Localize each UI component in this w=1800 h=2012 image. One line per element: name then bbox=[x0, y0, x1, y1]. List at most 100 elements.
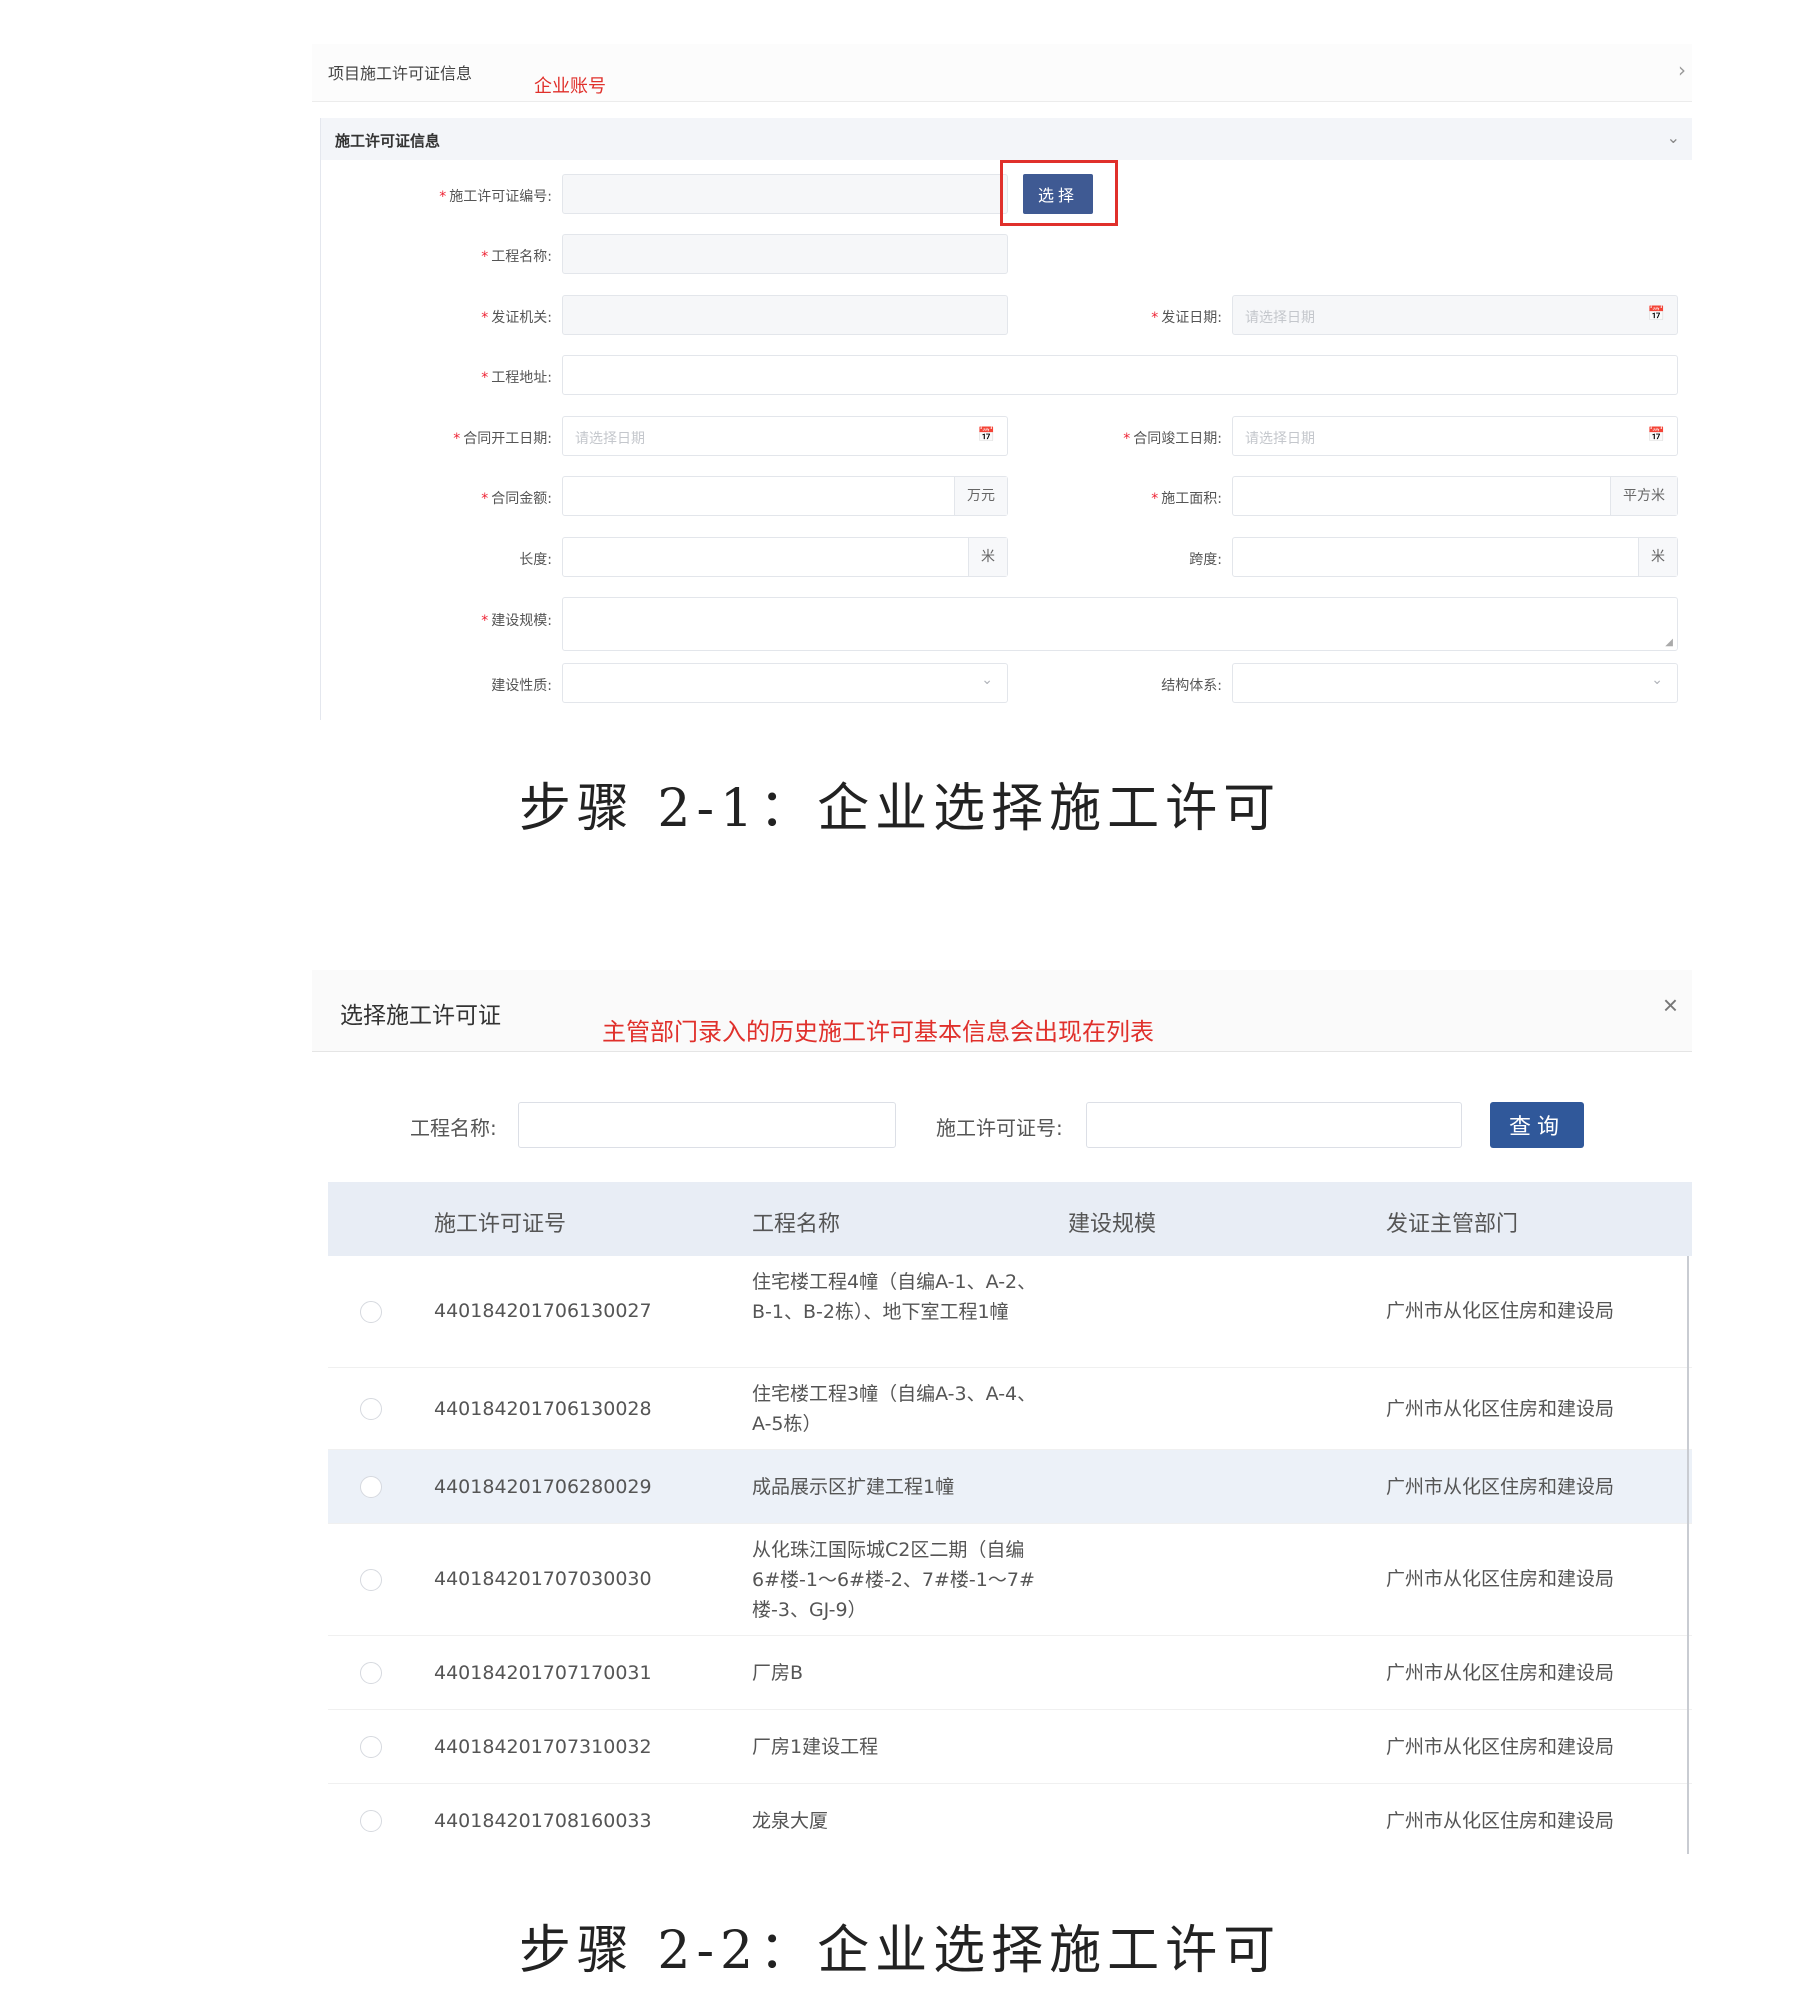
area-label: * 施工面积: bbox=[1151, 491, 1222, 507]
step-caption-2: 步骤 2-2：企业选择施工许可 bbox=[518, 1921, 1282, 1981]
dept-cell: 广州市从化区住房和建设局 bbox=[1386, 1662, 1615, 1684]
end-date-label: * 合同竣工日期: bbox=[1123, 431, 1222, 447]
project-name-cell: 龙泉大厦 bbox=[752, 1810, 829, 1832]
project-name-input[interactable] bbox=[562, 234, 1008, 274]
nature-label: 建设性质: bbox=[491, 678, 552, 694]
calendar-icon: 📅 bbox=[1647, 306, 1665, 322]
table-scrollbar[interactable] bbox=[1687, 1256, 1689, 1854]
area-unit: 平方米 bbox=[1610, 477, 1677, 515]
address-input[interactable] bbox=[562, 355, 1678, 395]
table-row[interactable]: 440184201706130027 住宅楼工程4幢（自编A-1、A-2、B-1… bbox=[328, 1256, 1692, 1368]
span-unit: 米 bbox=[1638, 538, 1677, 576]
col-scale: 建设规模 bbox=[1068, 1212, 1157, 1237]
row-radio[interactable] bbox=[360, 1810, 382, 1832]
nature-select[interactable]: ⌄ bbox=[562, 663, 1008, 703]
project-name-cell: 住宅楼工程4幢（自编A-1、A-2、B-1、B-2栋）、地下室工程1幢 bbox=[752, 1271, 1037, 1323]
structure-select[interactable]: ⌄ bbox=[1232, 663, 1678, 703]
address-label: * 工程地址: bbox=[481, 370, 552, 386]
issue-date-placeholder: 请选择日期 bbox=[1245, 310, 1315, 326]
table-row[interactable]: 440184201707310032 厂房1建设工程 广州市从化区住房和建设局 bbox=[328, 1710, 1692, 1784]
table-row[interactable]: 440184201706280029 成品展示区扩建工程1幢 广州市从化区住房和… bbox=[328, 1450, 1692, 1524]
dept-cell: 广州市从化区住房和建设局 bbox=[1386, 1476, 1615, 1498]
col-permit-no: 施工许可证号 bbox=[434, 1212, 567, 1237]
table-row[interactable]: 440184201707170031 厂房B 广州市从化区住房和建设局 bbox=[328, 1636, 1692, 1710]
row-radio[interactable] bbox=[360, 1736, 382, 1758]
row-radio[interactable] bbox=[360, 1301, 382, 1323]
permit-info-form-panel: 项目施工许可证信息 企业账号 › 施工许可证信息 ⌄ * 施工许可证编号: 选择 … bbox=[312, 44, 1692, 720]
chevron-down-icon: ⌄ bbox=[1651, 672, 1663, 688]
col-dept: 发证主管部门 bbox=[1386, 1212, 1519, 1237]
select-permit-dialog: 选择施工许可证 主管部门录入的历史施工许可基本信息会出现在列表 × 工程名称: … bbox=[312, 970, 1692, 1854]
permit-info-section-title: 施工许可证信息 bbox=[335, 132, 441, 150]
permit-no-cell: 440184201707170031 bbox=[434, 1662, 652, 1684]
resize-handle-icon[interactable]: ◢ bbox=[1665, 637, 1673, 648]
scale-textarea[interactable]: ◢ bbox=[562, 597, 1678, 651]
area-input[interactable]: 平方米 bbox=[1232, 476, 1678, 516]
search-button[interactable]: 查询 bbox=[1490, 1102, 1584, 1148]
start-date-label: * 合同开工日期: bbox=[453, 431, 552, 447]
table-row[interactable]: 440184201706130028 住宅楼工程3幢（自编A-3、A-4、A-5… bbox=[328, 1368, 1692, 1450]
permit-no-cell: 440184201707030030 bbox=[434, 1568, 652, 1590]
step-caption-1: 步骤 2-1：企业选择施工许可 bbox=[518, 779, 1282, 839]
calendar-icon: 📅 bbox=[1647, 427, 1665, 443]
length-input[interactable]: 米 bbox=[562, 537, 1008, 577]
project-name-cell: 厂房B bbox=[752, 1662, 804, 1684]
amount-input[interactable]: 万元 bbox=[562, 476, 1008, 516]
issuer-input[interactable] bbox=[562, 295, 1008, 335]
project-name-cell: 住宅楼工程3幢（自编A-3、A-4、A-5栋） bbox=[752, 1383, 1037, 1435]
span-input[interactable]: 米 bbox=[1232, 537, 1678, 577]
issuer-label: * 发证机关: bbox=[481, 310, 552, 326]
dept-cell: 广州市从化区住房和建设局 bbox=[1386, 1810, 1615, 1832]
project-name-cell: 成品展示区扩建工程1幢 bbox=[752, 1476, 955, 1498]
span-label: 跨度: bbox=[1189, 552, 1222, 568]
permit-no-cell: 440184201706280029 bbox=[434, 1476, 652, 1498]
start-date-picker[interactable]: 请选择日期 📅 bbox=[562, 416, 1008, 456]
table-row[interactable]: 440184201707030030 从化珠江国际城C2区二期（自编6#楼-1～… bbox=[328, 1524, 1692, 1636]
end-date-picker[interactable]: 请选择日期 📅 bbox=[1232, 416, 1678, 456]
dialog-title: 选择施工许可证 bbox=[340, 1003, 501, 1029]
project-name-label: * 工程名称: bbox=[481, 249, 552, 265]
search-no-input[interactable] bbox=[1086, 1102, 1462, 1148]
search-no-label: 施工许可证号: bbox=[936, 1116, 1063, 1140]
row-radio[interactable] bbox=[360, 1476, 382, 1498]
table-row[interactable]: 440184201708160033 龙泉大厦 广州市从化区住房和建设局 bbox=[328, 1784, 1692, 1858]
row-radio[interactable] bbox=[360, 1662, 382, 1684]
permit-no-cell: 440184201708160033 bbox=[434, 1810, 652, 1832]
chevron-down-icon[interactable]: ⌄ bbox=[1667, 128, 1680, 147]
permit-no-input[interactable] bbox=[562, 174, 1008, 214]
issue-date-picker[interactable]: 请选择日期 📅 bbox=[1232, 295, 1678, 335]
start-date-placeholder: 请选择日期 bbox=[575, 431, 645, 447]
amount-label: * 合同金额: bbox=[481, 491, 552, 507]
permit-no-cell: 440184201707310032 bbox=[434, 1736, 652, 1758]
permit-no-cell: 440184201706130028 bbox=[434, 1398, 652, 1420]
dept-cell: 广州市从化区住房和建设局 bbox=[1386, 1300, 1615, 1322]
end-date-placeholder: 请选择日期 bbox=[1245, 431, 1315, 447]
col-project-name: 工程名称 bbox=[752, 1212, 841, 1237]
project-name-cell: 从化珠江国际城C2区二期（自编6#楼-1～6#楼-2、7#楼-1～7#楼-3、G… bbox=[752, 1539, 1035, 1621]
table-header: 施工许可证号 工程名称 建设规模 发证主管部门 bbox=[328, 1182, 1692, 1256]
close-icon[interactable]: × bbox=[1663, 990, 1678, 1021]
scale-label: * 建设规模: bbox=[481, 613, 552, 629]
permit-info-section-header[interactable]: 施工许可证信息 ⌄ bbox=[320, 118, 1692, 160]
permit-table: 施工许可证号 工程名称 建设规模 发证主管部门 4401842017061300… bbox=[328, 1182, 1692, 1858]
permit-no-label: * 施工许可证编号: bbox=[439, 189, 552, 205]
search-name-label: 工程名称: bbox=[410, 1116, 497, 1140]
length-label: 长度: bbox=[519, 552, 552, 568]
search-name-input[interactable] bbox=[518, 1102, 896, 1148]
project-permit-header[interactable]: 项目施工许可证信息 企业账号 › bbox=[312, 44, 1692, 102]
history-list-annotation: 主管部门录入的历史施工许可基本信息会出现在列表 bbox=[602, 1018, 1154, 1046]
project-permit-title: 项目施工许可证信息 bbox=[328, 64, 473, 83]
row-radio[interactable] bbox=[360, 1398, 382, 1420]
dialog-header: 选择施工许可证 主管部门录入的历史施工许可基本信息会出现在列表 × bbox=[312, 970, 1692, 1052]
row-radio[interactable] bbox=[360, 1569, 382, 1591]
dept-cell: 广州市从化区住房和建设局 bbox=[1386, 1736, 1615, 1758]
permit-no-cell: 440184201706130027 bbox=[434, 1300, 652, 1322]
issue-date-label: * 发证日期: bbox=[1151, 310, 1222, 326]
enterprise-account-annotation: 企业账号 bbox=[534, 76, 606, 97]
chevron-right-icon[interactable]: › bbox=[1678, 58, 1686, 82]
select-permit-button[interactable]: 选择 bbox=[1023, 174, 1093, 214]
dept-cell: 广州市从化区住房和建设局 bbox=[1386, 1568, 1615, 1590]
project-name-cell: 厂房1建设工程 bbox=[752, 1736, 879, 1758]
structure-label: 结构体系: bbox=[1161, 678, 1222, 694]
dept-cell: 广州市从化区住房和建设局 bbox=[1386, 1398, 1615, 1420]
